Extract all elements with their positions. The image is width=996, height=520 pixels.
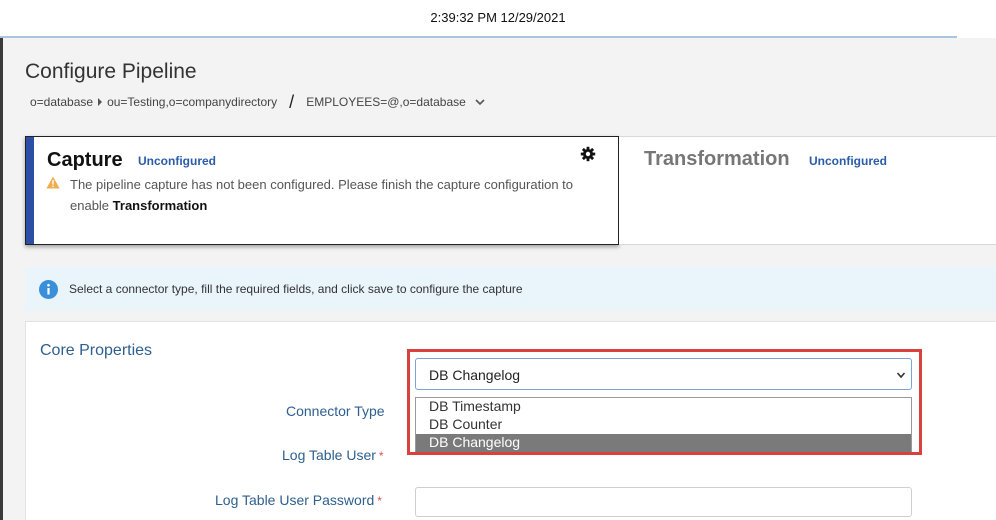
info-text: Select a connector type, fill the requir… (69, 282, 523, 296)
capture-warning-bold: Transformation (112, 198, 208, 213)
capture-status-badge: Unconfigured (138, 154, 216, 168)
highlight-box (407, 349, 922, 455)
clock-text: 2:39:32 PM 12/29/2021 (430, 10, 566, 25)
transformation-title: Transformation (644, 148, 790, 170)
log-table-password-label: Log Table User Password * (215, 492, 382, 508)
info-icon (39, 280, 58, 299)
log-table-password-input[interactable] (415, 487, 912, 517)
breadcrumb: o=database ou=Testing,o=companydirectory… (30, 92, 486, 112)
gear-icon[interactable] (580, 146, 596, 162)
caret-right-icon (98, 98, 103, 106)
core-properties-title: Core Properties (40, 342, 153, 359)
page-title: Configure Pipeline (25, 60, 197, 83)
required-marker: * (377, 494, 382, 508)
breadcrumb-child[interactable]: ou=Testing,o=companydirectory (107, 95, 277, 109)
capture-warning: The pipeline capture has not been config… (70, 174, 590, 216)
required-marker: * (378, 449, 384, 463)
warning-icon (46, 176, 60, 189)
connector-type-label: Connector Type (286, 403, 385, 419)
transformation-status-badge: Unconfigured (809, 154, 887, 168)
breadcrumb-target[interactable]: EMPLOYEES=@,o=database (306, 95, 466, 109)
info-banner: Select a connector type, fill the requir… (25, 267, 996, 311)
capture-title: Capture (47, 149, 123, 171)
breadcrumb-root[interactable]: o=database (30, 95, 93, 109)
log-table-password-label-text: Log Table User Password (215, 492, 375, 508)
capture-card-accent (26, 137, 34, 244)
system-topbar: 2:39:32 PM 12/29/2021 (0, 0, 996, 38)
chevron-down-icon[interactable] (474, 96, 486, 108)
capture-card[interactable]: Capture Unconfigured The pipeline captur… (25, 136, 619, 245)
transformation-card[interactable]: Transformation Unconfigured (619, 136, 996, 245)
log-table-user-label-text: Log Table User (282, 447, 376, 463)
breadcrumb-separator: / (289, 92, 295, 112)
log-table-user-label: Log Table User * (282, 447, 384, 463)
left-rail (0, 38, 3, 520)
